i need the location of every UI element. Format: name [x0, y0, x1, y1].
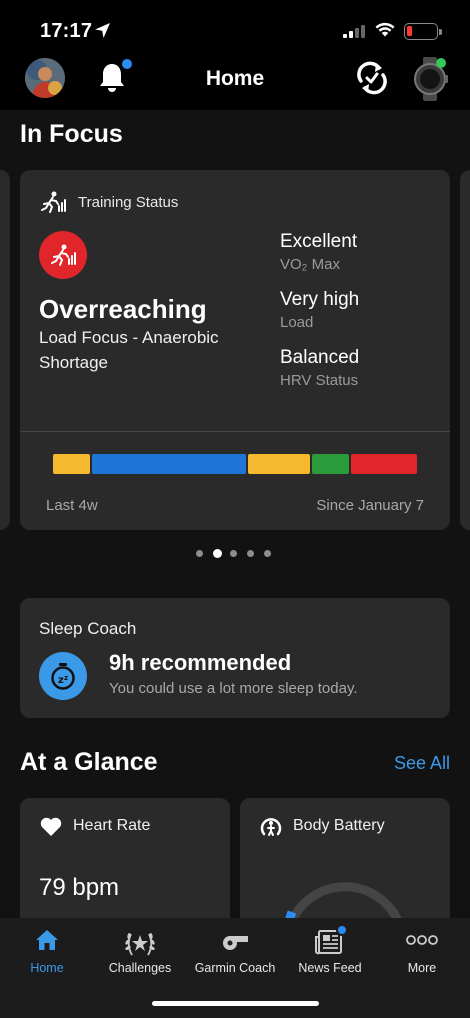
- top-nav: Home: [0, 52, 470, 110]
- tab-challenges[interactable]: Challenges: [100, 918, 180, 988]
- tab-news-feed-label: News Feed: [298, 961, 362, 975]
- whistle-icon: [223, 936, 248, 950]
- battery-icon: [404, 23, 442, 40]
- load-value: Very high: [280, 289, 360, 310]
- home-icon: [36, 930, 58, 950]
- runner-icon: [51, 244, 76, 266]
- home-indicator: [152, 1001, 319, 1006]
- previous-card-peek[interactable]: [0, 170, 10, 530]
- news-feed-badge: [336, 924, 348, 936]
- svg-text:z: z: [64, 674, 68, 682]
- home-content[interactable]: In Focus Training Status Overreaching Lo…: [0, 110, 470, 918]
- body-battery-label: Body Battery: [293, 817, 385, 834]
- heart-rate-label: Heart Rate: [73, 817, 151, 834]
- load-label: Load: [280, 314, 314, 331]
- pager-dot[interactable]: [213, 549, 222, 558]
- timeline-segment: [350, 454, 417, 474]
- at-a-glance-title: At a Glance: [20, 748, 158, 776]
- heart-rate-value: 79 bpm: [39, 874, 120, 901]
- tab-home[interactable]: Home: [10, 918, 84, 988]
- training-runner-icon: [41, 191, 66, 213]
- card-divider: [20, 431, 450, 432]
- tab-challenges-label: Challenges: [108, 961, 172, 975]
- training-status-header: Training Status: [78, 194, 179, 211]
- hrv-label: HRV Status: [280, 372, 359, 389]
- timeline-segment: [247, 454, 311, 474]
- tab-garmin-coach[interactable]: Garmin Coach: [190, 918, 280, 988]
- tab-more-label: More: [407, 961, 437, 975]
- tab-garmin-coach-label: Garmin Coach: [194, 961, 276, 975]
- pager-dot[interactable]: [247, 550, 254, 557]
- watch-connected-dot: [436, 58, 446, 68]
- pager-dot[interactable]: [264, 550, 271, 557]
- next-card-peek[interactable]: [460, 170, 470, 530]
- tab-home-label: Home: [30, 961, 64, 975]
- heart-rate-card[interactable]: Heart Rate 79 bpm: [20, 798, 230, 918]
- sync-icon[interactable]: [352, 58, 392, 98]
- timeline-segment: [91, 454, 246, 474]
- sleep-coach-title: Sleep Coach: [39, 619, 137, 638]
- timeline-end-label: Since January 7: [316, 497, 424, 514]
- training-status-card[interactable]: Training Status Overreaching Load Focus …: [20, 170, 450, 530]
- sleep-recommendation: 9h recommended: [109, 650, 292, 675]
- hrv-value: Balanced: [280, 347, 360, 368]
- sleep-coach-badge: z z: [39, 652, 87, 700]
- location-arrow-icon: [95, 23, 110, 38]
- cellular-signal-icon: [343, 25, 365, 38]
- see-all-link[interactable]: See All: [394, 753, 450, 774]
- sleep-coach-card[interactable]: Sleep Coach z z 9h recommended You could…: [20, 598, 450, 718]
- laurel-icon: [125, 933, 155, 956]
- load-focus-text: Load Focus - Anaerobic Shortage: [39, 328, 219, 372]
- training-status-value: Overreaching: [39, 294, 207, 324]
- vo2max-value: Excellent: [280, 231, 358, 252]
- timeline-segment: [312, 454, 349, 474]
- tab-news-feed[interactable]: News Feed: [290, 918, 370, 988]
- status-bar: 17:17: [0, 0, 470, 52]
- more-icon: [406, 935, 438, 945]
- sleep-message: You could use a lot more sleep today.: [109, 680, 358, 697]
- wifi-icon: [375, 22, 395, 37]
- pager-dot[interactable]: [230, 550, 237, 557]
- body-battery-icon: [260, 818, 282, 836]
- timeline-segment: [53, 454, 90, 474]
- pager-dot[interactable]: [196, 550, 203, 557]
- training-status-badge: [39, 231, 87, 279]
- tab-more[interactable]: More: [384, 918, 460, 988]
- heart-icon: [40, 817, 62, 836]
- sleep-timer-icon: z z: [51, 663, 75, 690]
- page-title: Home: [205, 67, 265, 90]
- carousel-pager[interactable]: [196, 549, 276, 560]
- status-time: 17:17: [40, 20, 93, 42]
- body-battery-gauge: [285, 882, 402, 918]
- vo2max-label: VO₂ Max: [280, 256, 340, 273]
- in-focus-title: In Focus: [20, 120, 123, 148]
- timeline-start-label: Last 4w: [46, 497, 98, 514]
- body-battery-card[interactable]: Body Battery: [240, 798, 450, 918]
